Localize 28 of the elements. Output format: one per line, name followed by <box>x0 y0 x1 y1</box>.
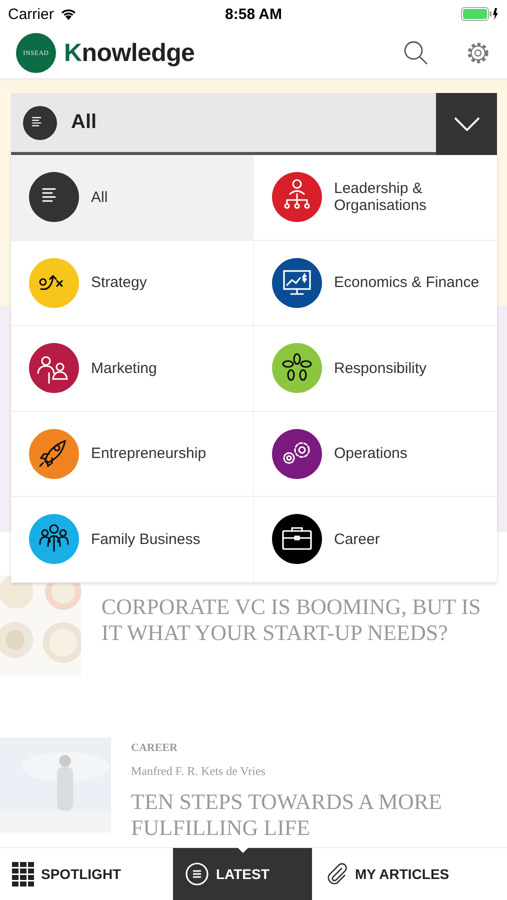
category-item[interactable]: Entrepreneurship <box>11 412 254 497</box>
category-item[interactable]: Responsibility <box>254 326 497 412</box>
article-author: Manfred F. R. Kets de Vries <box>131 764 266 779</box>
battery-icon <box>461 7 499 21</box>
dropdown-toggle-button[interactable] <box>436 93 497 155</box>
settings-icon[interactable] <box>465 40 491 66</box>
category-item[interactable]: Strategy <box>11 240 254 326</box>
category-item[interactable]: Leadership & Organisations <box>254 155 497 240</box>
category-item[interactable]: Family Business <box>11 497 254 582</box>
category-item[interactable]: Economics & Finance <box>254 240 497 326</box>
list-icon <box>185 862 209 886</box>
category-item[interactable]: Marketing <box>11 326 254 412</box>
app-title: Knowledge <box>64 38 195 68</box>
category-item[interactable]: Operations <box>254 412 497 497</box>
search-icon[interactable] <box>403 40 429 66</box>
tab[interactable]: SPOTLIGHT <box>0 848 173 900</box>
tab[interactable]: MY ARTICLES <box>312 848 507 900</box>
clock-time: 8:58 AM <box>225 6 282 22</box>
carrier-name: Carrier <box>8 6 54 22</box>
category-item[interactable]: All <box>11 155 254 240</box>
grid-icon <box>12 862 34 886</box>
category-item[interactable]: Career <box>254 497 497 582</box>
selected-category: All <box>71 111 97 134</box>
wifi-icon <box>60 8 77 20</box>
category-dropdown[interactable]: All <box>11 93 497 155</box>
list-icon <box>23 106 57 140</box>
article-category: CAREER <box>131 742 178 754</box>
tab[interactable]: LATEST <box>173 848 312 900</box>
